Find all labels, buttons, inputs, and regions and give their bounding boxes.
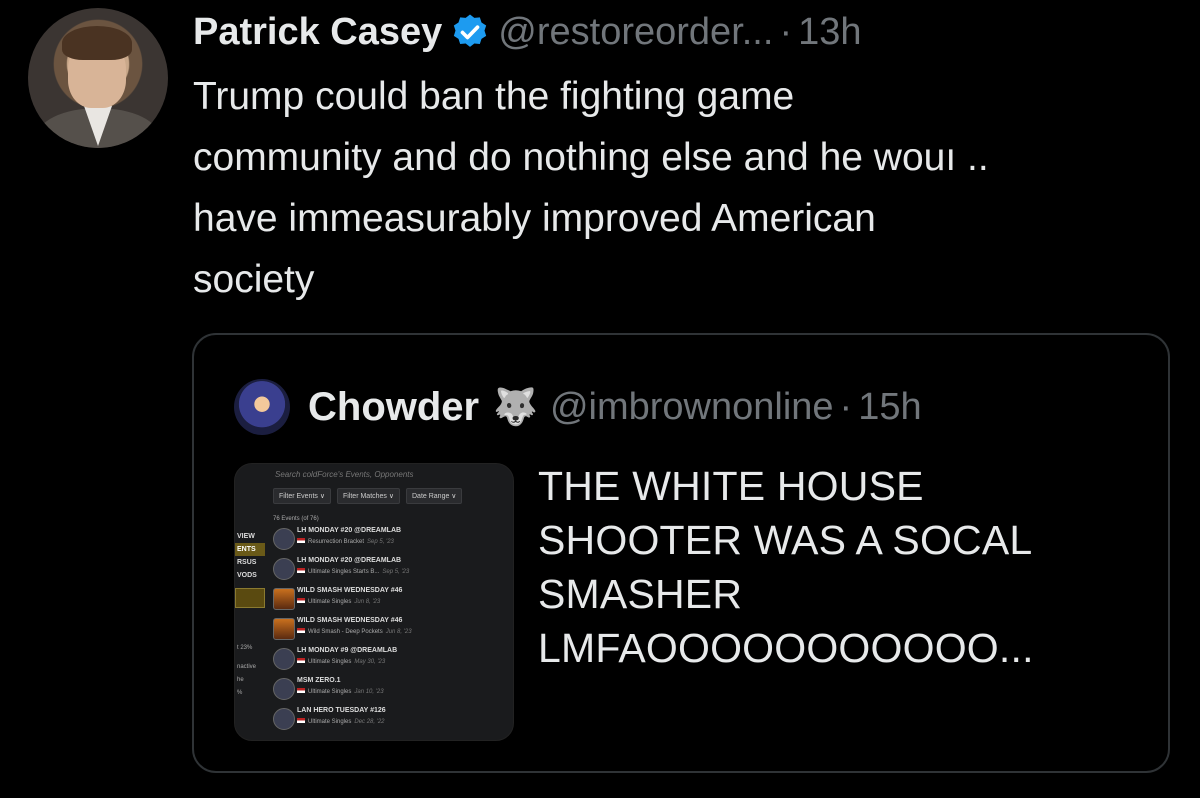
thumb-event-bracket: Ultimate Singles — [308, 659, 352, 665]
thumb-nav-item: RSUS — [237, 559, 257, 566]
quoted-author-name[interactable]: Chowder — [308, 385, 479, 430]
thumb-event-title: LAN HERO TUESDAY #126 — [297, 707, 386, 714]
thumb-event-date: Jun 8, '23 — [354, 599, 381, 605]
thumb-event-title: WILD SMASH WEDNESDAY #46 — [297, 587, 403, 594]
thumb-event-row: LH MONDAY #20 @DREAMLAB Resurrection Brac… — [273, 526, 509, 552]
thumb-filters: Filter Events ∨ Filter Matches ∨ Date Ra… — [273, 488, 463, 504]
thumb-event-bracket: Resurrection Bracket — [308, 539, 365, 545]
thumb-event-row: WILD SMASH WEDNESDAY #46 Ultimate Singles… — [273, 586, 509, 612]
thumb-left-nav: VIEW ENTS RSUS VODS t 23% nactive he % — [235, 530, 265, 700]
thumb-filter: Date Range ∨ — [406, 488, 463, 504]
thumb-event-subtitle: Wild Smash - Deep Pockets Jun 8, '23 — [297, 628, 412, 635]
quoted-tweet-image[interactable]: Search coldForce's Events, Opponents Fil… — [234, 463, 514, 741]
flag-icon — [297, 538, 305, 543]
quoted-text-line: THE WHITE HOUSE — [538, 463, 924, 509]
flag-icon — [297, 718, 305, 723]
quoted-tweet-header: Chowder 🐺 @imbrownonline · 15h — [308, 381, 922, 433]
thumb-nav-item: VODS — [237, 572, 257, 579]
thumb-event-date: May 30, '23 — [354, 659, 386, 665]
event-logo-icon — [273, 528, 295, 550]
verified-badge-icon — [454, 14, 487, 47]
quoted-author-avatar[interactable] — [234, 379, 290, 435]
flag-icon — [297, 568, 305, 573]
tweet-text-line: community and do nothing else and he wou… — [193, 136, 989, 179]
tweet-header: Patrick Casey @restoreorder... · 13h — [193, 8, 862, 56]
thumb-event-subtitle: Ultimate Singles Starts B... Sep 5, '23 — [297, 568, 409, 575]
event-logo-icon — [273, 648, 295, 670]
thumb-filter: Filter Events ∨ — [273, 488, 331, 504]
tweet-timestamp[interactable]: 13h — [798, 11, 861, 54]
thumb-nav-small: he — [237, 677, 244, 683]
flag-icon — [297, 628, 305, 633]
thumb-event-subtitle: Resurrection Bracket Sep 5, '23 — [297, 538, 394, 545]
thumb-event-subtitle: Ultimate Singles May 30, '23 — [297, 658, 385, 665]
thumb-event-date: Sep 5, '23 — [367, 539, 394, 545]
tweet-text-line: Trump could ban the fighting game — [193, 75, 795, 118]
quoted-text-line: SHOOTER WAS A SOCAL — [538, 517, 1033, 563]
thumb-search-placeholder: Search coldForce's Events, Opponents — [275, 470, 414, 479]
quoted-text-line: SMASHER — [538, 571, 743, 617]
quoted-tweet-timestamp[interactable]: 15h — [858, 386, 921, 429]
thumb-event-date: Dec 28, '22 — [354, 719, 385, 725]
author-handle[interactable]: @restoreorder... — [498, 11, 773, 54]
thumb-event-row: WILD SMASH WEDNESDAY #46 Wild Smash - Dee… — [273, 616, 509, 642]
wolf-emoji-icon: 🐺 — [493, 386, 538, 427]
thumb-event-row: LAN HERO TUESDAY #126 Ultimate Singles Dec… — [273, 706, 509, 732]
author-name[interactable]: Patrick Casey — [193, 11, 442, 54]
thumb-event-subtitle: Ultimate Singles Dec 28, '22 — [297, 718, 385, 725]
thumb-nav-item: ENTS — [235, 543, 265, 556]
quoted-tweet-card[interactable]: Chowder 🐺 @imbrownonline · 15h Search co… — [192, 333, 1170, 773]
event-logo-icon — [273, 558, 295, 580]
thumb-event-bracket: Ultimate Singles — [308, 689, 352, 695]
tweet-text-line: have immeasurably improved American — [193, 197, 876, 240]
thumb-event-bracket: Ultimate Singles Starts B... — [308, 569, 380, 575]
thumb-nav-small: % — [237, 690, 243, 696]
thumb-nav-block — [235, 588, 265, 608]
tweet-text-line: society — [193, 258, 315, 301]
flag-icon — [297, 598, 305, 603]
thumb-event-subtitle: Ultimate Singles Jan 10, '23 — [297, 688, 384, 695]
thumb-event-list: LH MONDAY #20 @DREAMLAB Resurrection Brac… — [273, 526, 509, 736]
thumb-nav-small: t 23% — [237, 645, 253, 651]
thumb-event-bracket: Ultimate Singles — [308, 599, 352, 605]
event-logo-icon — [273, 708, 295, 730]
thumb-event-title: LH MONDAY #9 @DREAMLAB — [297, 647, 398, 654]
event-logo-icon — [273, 588, 295, 610]
quoted-text-line: LMFAOOOOOOOOOOO... — [538, 625, 1034, 671]
thumb-event-date: Jan 10, '23 — [354, 689, 384, 695]
thumb-event-title: WILD SMASH WEDNESDAY #46 — [297, 617, 403, 624]
thumb-event-count: 76 Events (of 76) — [273, 516, 319, 522]
thumb-event-date: Jun 8, '23 — [385, 629, 412, 635]
author-avatar[interactable] — [28, 8, 168, 148]
thumb-nav-item: VIEW — [237, 533, 255, 540]
thumb-event-row: LH MONDAY #20 @DREAMLAB Ultimate Singles … — [273, 556, 509, 582]
flag-icon — [297, 688, 305, 693]
thumb-event-date: Sep 5, '23 — [382, 569, 410, 575]
event-logo-icon — [273, 618, 295, 640]
thumb-event-subtitle: Ultimate Singles Jun 8, '23 — [297, 598, 380, 605]
thumb-event-row: MSM ZERO.1 Ultimate Singles Jan 10, '23 — [273, 676, 509, 702]
event-logo-icon — [273, 678, 295, 700]
thumb-event-bracket: Ultimate Singles — [308, 719, 352, 725]
tweet-text: Trump could ban the fighting game commun… — [193, 66, 1093, 310]
quoted-author-handle[interactable]: @imbrownonline — [550, 386, 834, 429]
flag-icon — [297, 658, 305, 663]
thumb-event-row: LH MONDAY #9 @DREAMLAB Ultimate Singles Ma… — [273, 646, 509, 672]
separator-dot: · — [839, 385, 853, 428]
thumb-event-title: LH MONDAY #20 @DREAMLAB — [297, 527, 402, 534]
thumb-event-title: MSM ZERO.1 — [297, 677, 341, 684]
thumb-nav-small: nactive — [237, 664, 257, 670]
thumb-event-bracket: Wild Smash - Deep Pockets — [308, 629, 383, 635]
thumb-filter: Filter Matches ∨ — [336, 488, 400, 504]
thumb-event-title: LH MONDAY #20 @DREAMLAB — [297, 557, 402, 564]
separator-dot: · — [779, 10, 793, 53]
quoted-tweet-text: THE WHITE HOUSE SHOOTER WAS A SOCAL SMAS… — [538, 459, 1158, 675]
